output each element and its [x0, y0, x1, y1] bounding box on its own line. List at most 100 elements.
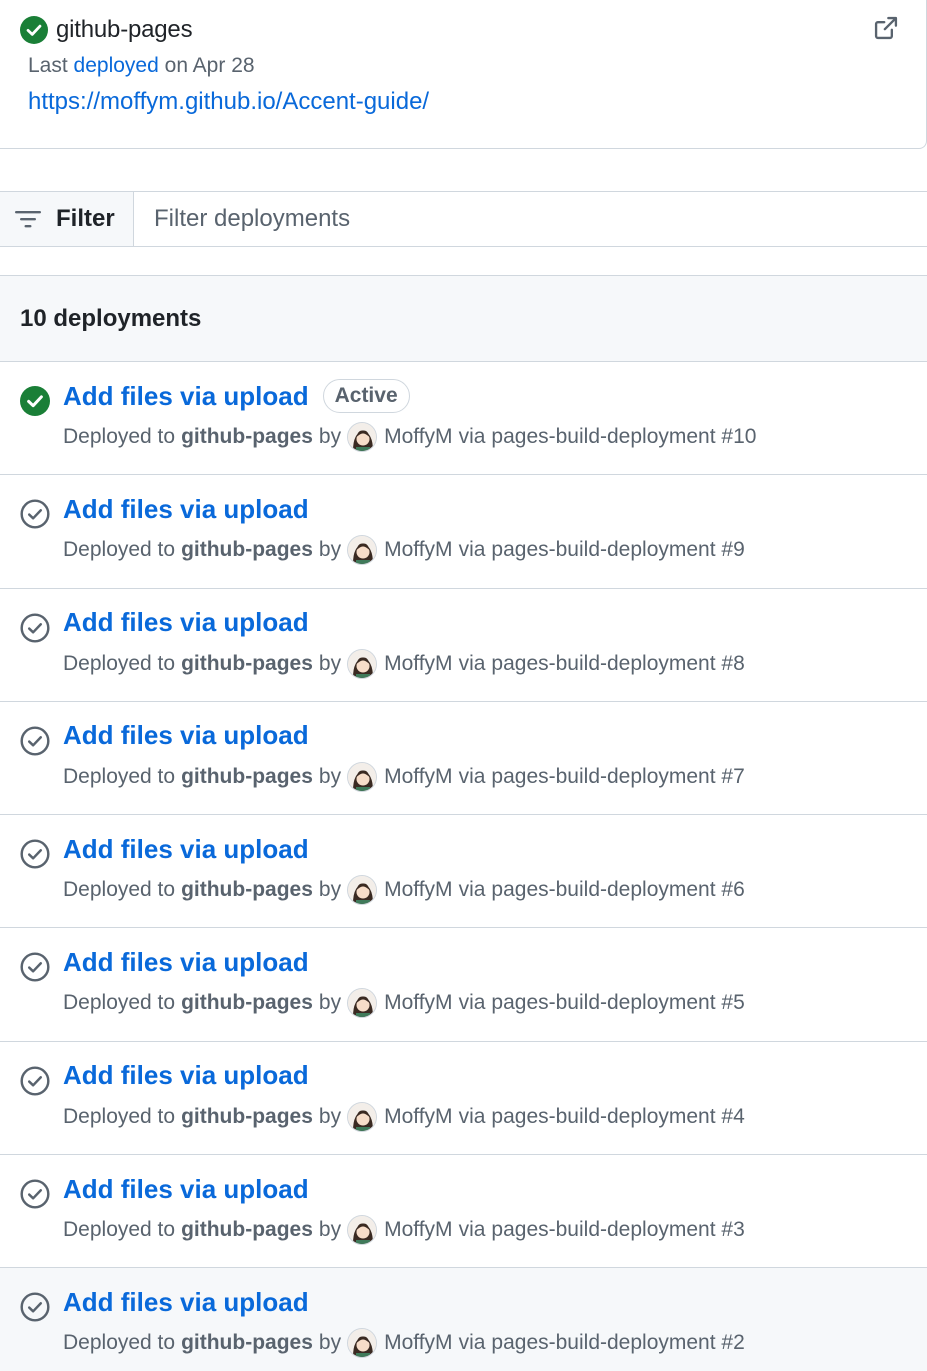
by-label: by — [318, 538, 342, 562]
avatar[interactable] — [347, 875, 378, 906]
deployment-title-line: Add files via upload — [63, 944, 309, 980]
deployments-count: 10 deployments — [20, 304, 202, 332]
avatar[interactable] — [347, 1328, 378, 1359]
filter-button[interactable]: Filter — [0, 192, 134, 246]
environment-title-row: github-pages — [20, 14, 193, 46]
avatar[interactable] — [347, 535, 378, 566]
avatar[interactable] — [347, 1101, 378, 1132]
by-label: by — [318, 878, 342, 902]
environment-name[interactable]: github-pages — [181, 765, 313, 789]
actor-name[interactable]: MoffyM — [384, 878, 452, 902]
avatar[interactable] — [347, 648, 378, 679]
actor-name[interactable]: MoffyM — [384, 991, 452, 1015]
via-label: via — [458, 878, 486, 902]
deployed-to-label: Deployed to — [63, 991, 176, 1015]
deployed-to-label: Deployed to — [63, 1104, 176, 1128]
by-label: by — [318, 425, 342, 448]
avatar[interactable] — [347, 761, 378, 792]
deployment-title-line: Add files via upload — [63, 1284, 309, 1320]
last-deployed-meta: Last deployed on Apr 28 — [28, 54, 255, 78]
environment-name[interactable]: github-pages — [181, 1218, 313, 1242]
commit-link[interactable]: Add files via upload — [63, 607, 309, 638]
by-label: by — [318, 651, 342, 675]
environment-name[interactable]: github-pages — [181, 878, 313, 902]
deployment-details: Deployed to github-pages by MoffyM via p… — [63, 875, 745, 906]
by-label: by — [318, 991, 342, 1015]
deployed-to-label: Deployed to — [63, 1331, 176, 1355]
actor-name[interactable]: MoffyM — [384, 652, 452, 676]
workflow-run-link[interactable]: pages-build-deployment #5 — [491, 991, 744, 1015]
by-label: by — [318, 764, 342, 788]
via-label: via — [458, 538, 486, 562]
deployment-row: Add files via upload Deployed to github-… — [0, 1155, 927, 1269]
avatar[interactable] — [347, 988, 378, 1019]
deployment-row: Add files via upload Deployed to github-… — [0, 1041, 927, 1156]
commit-link[interactable]: Add files via upload — [63, 720, 309, 751]
check-circle-fill-icon — [20, 386, 50, 416]
environment-name[interactable]: github-pages — [181, 991, 313, 1015]
avatar[interactable] — [347, 1215, 378, 1246]
deployment-title-line: Add files via upload — [63, 718, 309, 754]
environment-name[interactable]: github-pages — [181, 1105, 313, 1129]
workflow-run-link[interactable]: pages-build-deployment #4 — [491, 1105, 744, 1129]
deployed-to-label: Deployed to — [63, 651, 176, 675]
deployment-row: Add files via upload Deployed to github-… — [0, 815, 927, 929]
environment-name[interactable]: github-pages — [181, 538, 313, 562]
actor-name[interactable]: MoffyM — [384, 1218, 452, 1242]
workflow-run-link[interactable]: pages-build-deployment #6 — [491, 878, 744, 902]
workflow-run-link[interactable]: pages-build-deployment #10 — [491, 425, 756, 449]
environment-name[interactable]: github-pages — [181, 425, 313, 449]
environment-name: github-pages — [56, 16, 193, 43]
deployed-to-label: Deployed to — [63, 764, 176, 788]
environment-name[interactable]: github-pages — [181, 652, 313, 676]
workflow-run-link[interactable]: pages-build-deployment #9 — [491, 538, 744, 562]
deployed-link[interactable]: deployed — [74, 54, 159, 77]
deployment-details: Deployed to github-pages by MoffyM via p… — [63, 1101, 745, 1132]
commit-link[interactable]: Add files via upload — [63, 1060, 309, 1091]
environment-name[interactable]: github-pages — [181, 1331, 313, 1355]
check-circle-fill-icon — [20, 16, 48, 44]
commit-link[interactable]: Add files via upload — [63, 1287, 309, 1318]
deployment-title-line: Add files via upload — [63, 1171, 309, 1207]
link-external-icon[interactable] — [872, 14, 900, 42]
deployed-to-label: Deployed to — [63, 538, 176, 562]
deployment-details: Deployed to github-pages by MoffyM via p… — [63, 1328, 745, 1359]
deployment-details: Deployed to github-pages by MoffyM via p… — [63, 648, 745, 679]
deployment-details: Deployed to github-pages by MoffyM via p… — [63, 422, 756, 452]
meta-suffix: on Apr 28 — [164, 54, 255, 77]
deployment-row: Add files via upload Deployed to github-… — [0, 1268, 927, 1371]
workflow-run-link[interactable]: pages-build-deployment #7 — [491, 765, 744, 789]
filter-button-label: Filter — [56, 205, 115, 232]
deployed-to-label: Deployed to — [63, 425, 176, 448]
deployment-row: Add files via upload Deployed to github-… — [0, 588, 927, 702]
via-label: via — [458, 651, 486, 675]
via-label: via — [458, 764, 486, 788]
actor-name[interactable]: MoffyM — [384, 1331, 452, 1355]
commit-link[interactable]: Add files via upload — [63, 834, 309, 865]
workflow-run-link[interactable]: pages-build-deployment #3 — [491, 1218, 744, 1242]
actor-name[interactable]: MoffyM — [384, 538, 452, 562]
environment-url-link[interactable]: https://moffym.github.io/Accent-guide/ — [28, 88, 429, 116]
deployed-to-label: Deployed to — [63, 1218, 176, 1242]
actor-name[interactable]: MoffyM — [384, 425, 452, 449]
via-label: via — [458, 1331, 486, 1355]
commit-link[interactable]: Add files via upload — [63, 1174, 309, 1205]
deployment-row: Add files via upload Deployed to github-… — [0, 475, 927, 589]
actor-name[interactable]: MoffyM — [384, 765, 452, 789]
avatar[interactable] — [347, 422, 378, 452]
workflow-run-link[interactable]: pages-build-deployment #8 — [491, 652, 744, 676]
deployment-row: Add files via upload Deployed to github-… — [0, 701, 927, 816]
via-label: via — [458, 1218, 486, 1242]
commit-link[interactable]: Add files via upload — [63, 494, 309, 525]
commit-link[interactable]: Add files via upload — [63, 947, 309, 978]
deployed-to-label: Deployed to — [63, 878, 176, 902]
deployment-title-line: Add files via upload — [63, 1058, 309, 1094]
deployment-details: Deployed to github-pages by MoffyM via p… — [63, 535, 745, 566]
via-label: via — [458, 991, 486, 1015]
deployment-title-line: Add files via upload Active — [63, 378, 410, 414]
actor-name[interactable]: MoffyM — [384, 1105, 452, 1129]
deployment-details: Deployed to github-pages by MoffyM via p… — [63, 761, 745, 792]
workflow-run-link[interactable]: pages-build-deployment #2 — [491, 1331, 744, 1355]
commit-link[interactable]: Add files via upload — [63, 381, 309, 412]
filter-deployments-input[interactable] — [134, 192, 927, 246]
